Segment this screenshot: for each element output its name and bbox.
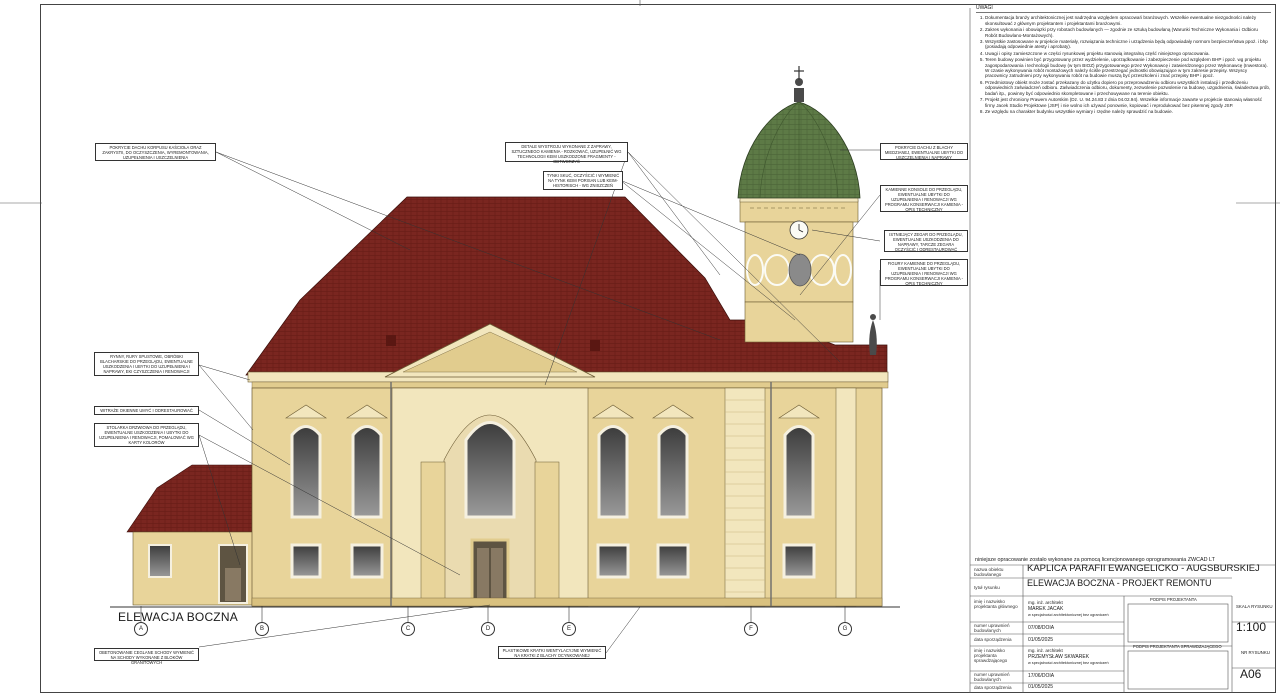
callout-vents: PLASTIKOWE KRATKI WENTYLACYJNE WYMIENIĆ … bbox=[498, 646, 606, 659]
note-item: Teren budowy powinien być przygotowany p… bbox=[985, 57, 1271, 79]
object-value: KAPLICA PARAFII EWANGELICKO - AUGSBURSKI… bbox=[1027, 563, 1260, 574]
checker-signature-label: PODPIS PROJEKTANTA SPRAWDZAJĄCEGO bbox=[1133, 644, 1222, 649]
note-item: Projekt jest chroniony Prawem Autorskim … bbox=[985, 97, 1271, 108]
note-item: Ze względu na charakter budynku wszystki… bbox=[985, 109, 1271, 114]
note-item: Uwagi i opisy zamieszczone w części rysu… bbox=[985, 51, 1271, 56]
elevation-title: ELEWACJA BOCZNA bbox=[118, 610, 238, 624]
object-label: nazwa obiektu budowlanego bbox=[974, 567, 1004, 578]
note-item: Wszystkie zastosowane w projekcie materi… bbox=[985, 39, 1271, 50]
drawing-label: tytuł rysunku bbox=[974, 585, 1000, 590]
permit1-value: 07/08/DOIA bbox=[1028, 625, 1055, 631]
general-notes: UWAGI Dokumentacja branży architektonicz… bbox=[976, 5, 1271, 128]
callout-plinth: OBETONOWANIE CEGLANE SCHODY WYMIENIĆ NA … bbox=[94, 648, 199, 665]
notes-title: UWAGI bbox=[976, 5, 1271, 14]
callout-clock: ISTNIEJĄCY ZEGAR DO PRZEGLĄDU, EWENTUALN… bbox=[884, 230, 968, 252]
note-item: Przedmiotowy obiekt może zostać przekaza… bbox=[985, 80, 1271, 96]
callout-roof: POKRYCIE DACHU KORPUSU KAŚCIOŁA ORAZ ZAK… bbox=[95, 143, 216, 161]
designer-label: imię i nazwisko projektanta głównego bbox=[974, 599, 1018, 610]
scale-value: 1:100 bbox=[1236, 620, 1267, 634]
callout-dome: POKRYCIE DACHU Z BLACHY MIEDZIANEJ, EWEN… bbox=[880, 143, 968, 160]
notes-list: Dokumentacja branży architektonicznej je… bbox=[976, 15, 1271, 114]
scale-label: SKALA RYSUNKU bbox=[1236, 604, 1273, 609]
callout-cornice: DETALE WYSTROJU WYKONANE Z ZAPRAWY, SZTU… bbox=[505, 142, 628, 164]
date1-value: 01/05/2025 bbox=[1028, 637, 1054, 643]
checker-label: imię i nazwisko projektanta sprawdzające… bbox=[974, 648, 1008, 664]
note-item: Zakres wykonania i obowiązki przy robota… bbox=[985, 27, 1271, 38]
drawing-value: ELEWACJA BOCZNA - PROJEKT REMONTU bbox=[1027, 578, 1212, 588]
permit1-label: numer uprawnień budowlanych bbox=[974, 623, 1010, 634]
designer-spec: w specjalności architektonicznej bez ogr… bbox=[1028, 613, 1109, 617]
tower-drum bbox=[739, 199, 859, 223]
axis-bubble-g: G bbox=[838, 622, 852, 636]
callout-plaster: TYNKI SKUĆ, OCZYŚCIĆ I WYMIENIĆ NA TYNK … bbox=[543, 171, 623, 190]
sheet-number-value: A06 bbox=[1240, 667, 1262, 681]
checker-spec: w specjalności architektonicznej bez ogr… bbox=[1028, 661, 1109, 665]
axis-bubble-b: B bbox=[255, 622, 269, 636]
note-item: Dokumentacja branży architektonicznej je… bbox=[985, 15, 1271, 26]
date1-label: data sporządzenia bbox=[974, 637, 1012, 642]
callout-figures: FIGURY KAMIENNE DO PRZEGLĄDU, EWENTUALNE… bbox=[880, 259, 968, 286]
designer-signature-label: PODPIS PROJEKTANTA bbox=[1150, 597, 1197, 602]
axis-bubble-e: E bbox=[562, 622, 576, 636]
date2-label: data sporządzenia bbox=[974, 685, 1012, 690]
permit2-label: numer uprawnień budowlanych bbox=[974, 672, 1010, 683]
callout-console: KAMIENNE KONSOLE DO PRZEGLĄDU, EWENTUALN… bbox=[880, 185, 968, 212]
drawing-sheet: UWAGI Dokumentacja branży architektonicz… bbox=[0, 0, 1280, 697]
callout-stained-glass: WITRAŻE OKIENNE UMYĆ I ODRESTAUROWAĆ bbox=[94, 406, 199, 415]
permit2-value: 17/06/DOIA bbox=[1028, 673, 1055, 679]
callout-gutters: RYNNY, RURY SPUSTOWE, OBRÓBKI BLACHARSKI… bbox=[94, 352, 199, 376]
axis-bubble-c: C bbox=[401, 622, 415, 636]
date2-value: 01/05/2025 bbox=[1028, 684, 1054, 690]
callout-joinery: STOLARKA DRZWIOWA DO PRZEGLĄDU, EWENTUAL… bbox=[94, 423, 199, 447]
axis-bubble-d: D bbox=[481, 622, 495, 636]
axis-bubble-f: F bbox=[744, 622, 758, 636]
sacristy-roof bbox=[126, 464, 253, 533]
axis-lines bbox=[140, 606, 846, 622]
sheet-number-label: NR RYSUNKU bbox=[1241, 650, 1270, 655]
axis-bubble-a: A bbox=[134, 622, 148, 636]
